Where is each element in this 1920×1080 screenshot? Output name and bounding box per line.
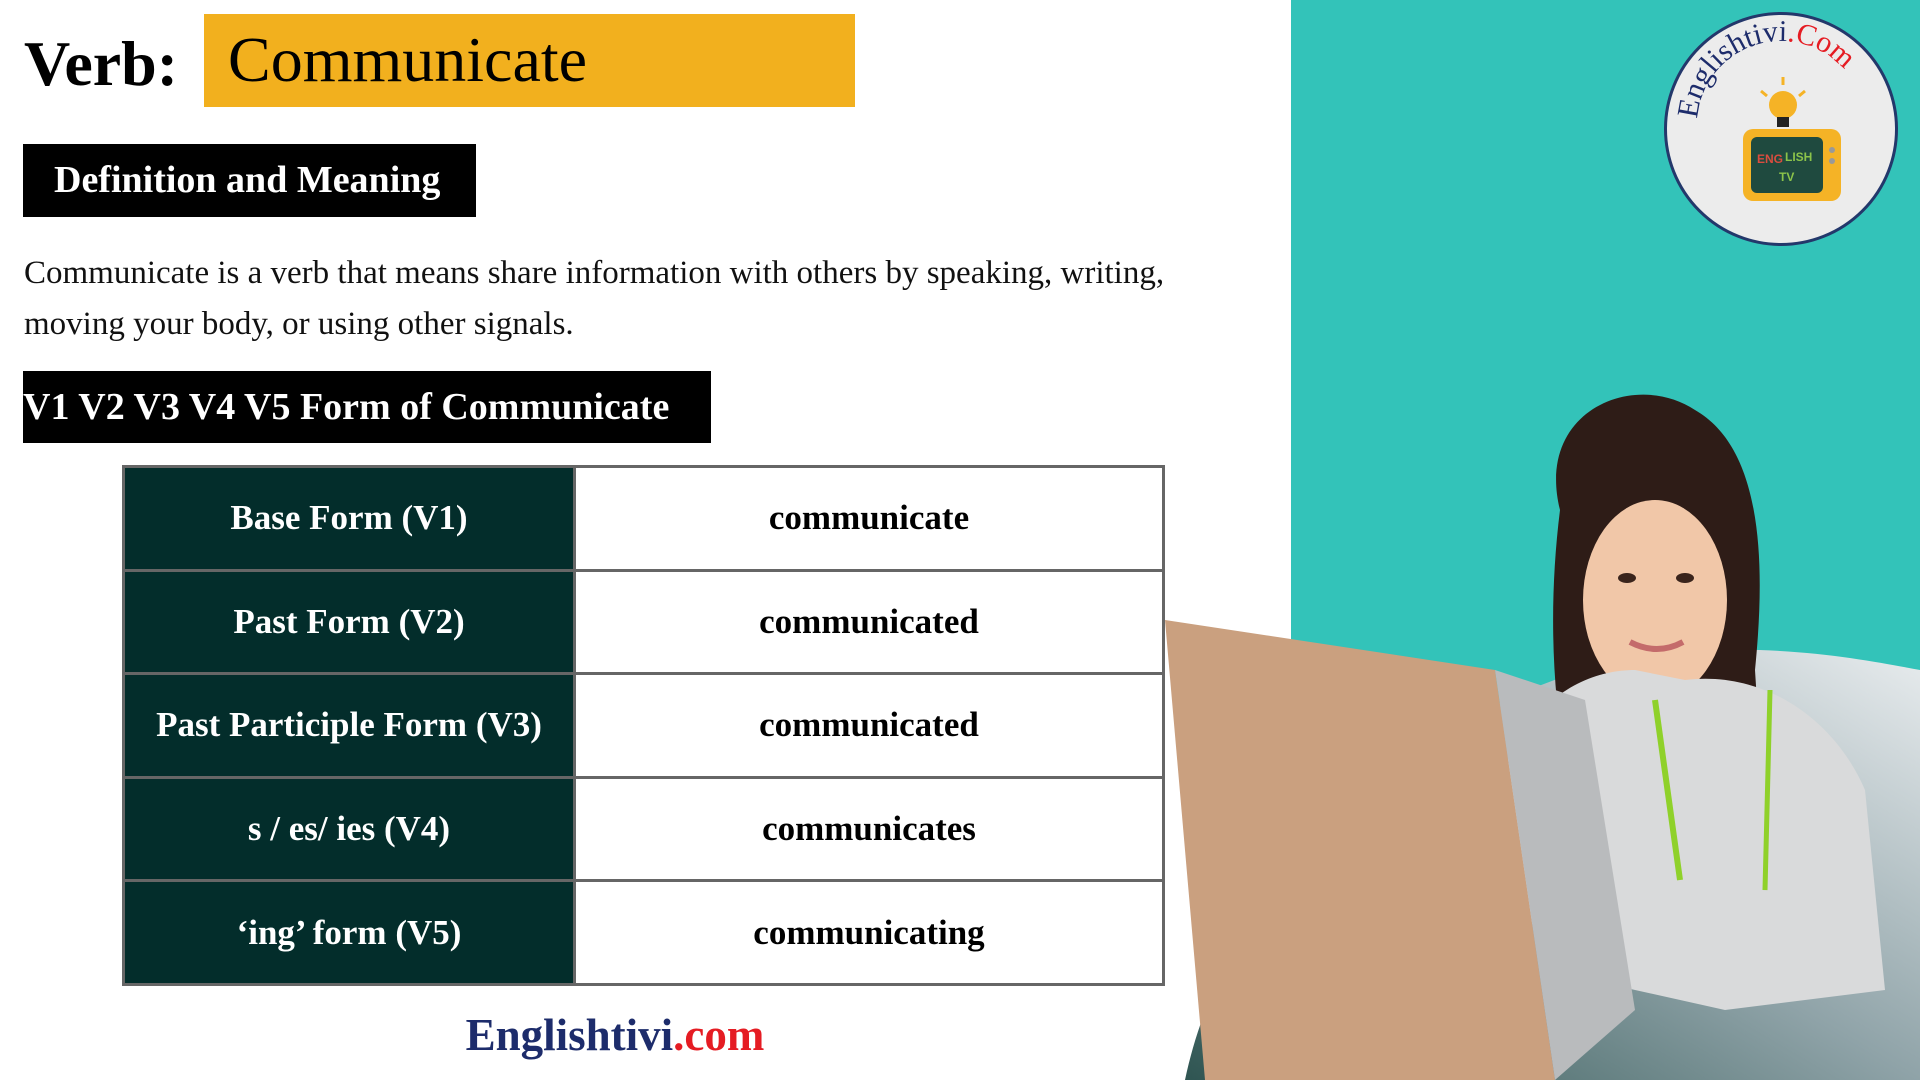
svg-text:TV: TV <box>1779 170 1794 184</box>
forms-heading: V1 V2 V3 V4 V5 Form of Communicate <box>23 371 711 443</box>
tv-icon: ENG LISH TV <box>1743 129 1841 201</box>
footer-brand-tld: .com <box>673 1010 765 1060</box>
table-row: ‘ing’ form (V5) communicating <box>122 879 1165 986</box>
face-shape <box>1583 500 1727 700</box>
form-value: communicating <box>573 879 1165 986</box>
footer-brand-name: Englishtivi <box>465 1010 674 1060</box>
form-value: communicated <box>573 568 1165 676</box>
forms-heading-text: V1 V2 V3 V4 V5 Form of Communicate <box>23 386 670 428</box>
footer-brand[interactable]: Englishtivi.com <box>0 1005 1230 1065</box>
student-with-laptop-photo <box>1165 394 1920 1080</box>
form-label: Past Form (V2) <box>122 568 576 676</box>
svg-text:ENG: ENG <box>1757 152 1783 166</box>
form-label: Base Form (V1) <box>122 465 576 572</box>
definition-heading-text: Definition and Meaning <box>54 159 441 201</box>
tv-lightbulb-icon: Englishtivi.Com ENG LISH TV <box>1671 15 1862 201</box>
svg-text:LISH: LISH <box>1785 150 1812 164</box>
form-value: communicate <box>573 465 1165 572</box>
table-row: Past Participle Form (V3) communicated <box>122 672 1165 779</box>
verb-label: Verb: <box>24 28 179 99</box>
verb-highlight-box: Communicate <box>204 14 855 107</box>
table-row: Past Form (V2) communicated <box>122 568 1165 676</box>
form-label: s / es/ ies (V4) <box>122 775 576 883</box>
lightbulb-icon <box>1760 77 1806 127</box>
form-value: communicated <box>573 672 1165 779</box>
verb-word: Communicate <box>228 24 588 95</box>
laptop-shape <box>1165 620 1555 1080</box>
form-label: Past Participle Form (V3) <box>122 672 576 779</box>
definition-line-1: Communicate is a verb that means share i… <box>24 255 1165 291</box>
definition-line-2: moving your body, or using other signals… <box>24 306 574 342</box>
englishtivi-logo[interactable]: Englishtivi.Com ENG LISH TV <box>1664 12 1898 246</box>
table-row: Base Form (V1) communicate <box>122 465 1165 572</box>
definition-text: Communicate is a verb that means share i… <box>24 248 1294 350</box>
verb-forms-table: Base Form (V1) communicate Past Form (V2… <box>122 465 1165 986</box>
definition-heading: Definition and Meaning <box>23 144 476 217</box>
table-row: s / es/ ies (V4) communicates <box>122 775 1165 883</box>
form-value: communicates <box>573 775 1165 883</box>
form-label: ‘ing’ form (V5) <box>122 879 576 986</box>
